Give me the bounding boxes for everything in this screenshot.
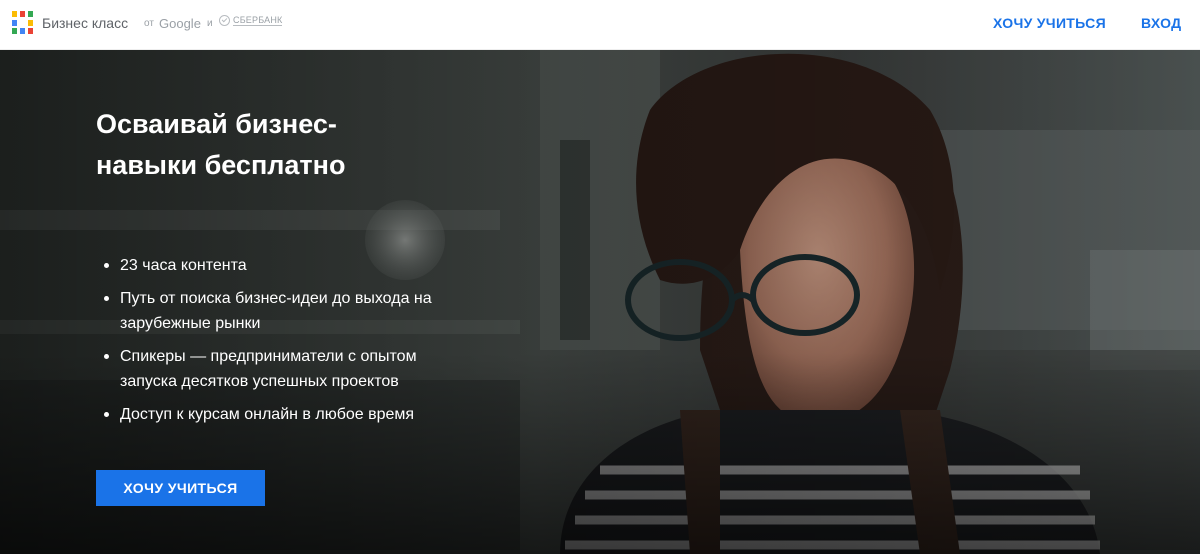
sberbank-logo: СБЕРБАНК	[219, 15, 283, 26]
logo-cell	[28, 28, 33, 34]
want-to-learn-button[interactable]: ХОЧУ УЧИТЬСЯ	[96, 470, 265, 506]
site-header: Бизнес класс от Google и СБЕРБАНК ХОЧУ У…	[0, 0, 1200, 50]
logo-cell	[12, 20, 17, 26]
hero-section: Осваивай бизнес-навыки бесплатно 23 часа…	[0, 50, 1200, 554]
feature-list-item: Спикеры — предприниматели с опытом запус…	[104, 344, 444, 394]
brand-and-text: и	[207, 18, 213, 29]
business-class-logo-icon[interactable]	[12, 11, 33, 34]
google-wordmark: Google	[159, 16, 201, 31]
logo-cell	[20, 11, 25, 17]
logo-cell	[12, 28, 17, 34]
nav-want-to-learn-link[interactable]: ХОЧУ УЧИТЬСЯ	[993, 15, 1106, 31]
brand-name[interactable]: Бизнес класс	[42, 15, 128, 31]
nav-login-link[interactable]: ВХОД	[1141, 15, 1181, 31]
logo-cell	[28, 20, 33, 26]
hero-feature-list: 23 часа контента Путь от поиска бизнес-и…	[104, 253, 444, 435]
feature-list-item: Путь от поиска бизнес-идеи до выхода на …	[104, 286, 444, 336]
logo-cell	[20, 28, 25, 34]
logo-cell	[28, 11, 33, 17]
hero-title: Осваивай бизнес-навыки бесплатно	[96, 109, 346, 180]
sberbank-check-icon	[219, 15, 230, 26]
feature-list-item: 23 часа контента	[104, 253, 444, 278]
logo-cell	[12, 11, 17, 17]
brand-from-text: от	[144, 18, 154, 29]
sberbank-wordmark: СБЕРБАНК	[233, 15, 283, 26]
feature-list-item: Доступ к курсам онлайн в любое время	[104, 402, 444, 427]
